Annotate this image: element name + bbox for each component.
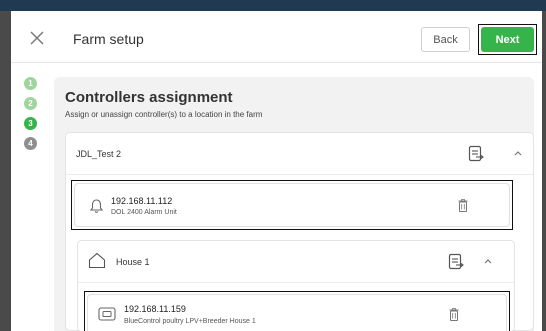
controller-ip: 192.168.11.112 [111,196,173,206]
assign-controller-icon[interactable] [468,145,484,162]
section-subtitle: Assign or unassign controller(s) to a lo… [65,110,263,119]
trash-icon[interactable] [449,308,459,321]
controllers-assignment-panel: Controllers assignment Assign or unassig… [54,77,534,331]
trash-icon[interactable] [458,199,468,212]
controller-type: DOL 2400 Alarm Unit [111,209,177,216]
location-name: JDL_Test 2 [76,149,122,159]
house-header[interactable]: House 1 [78,241,514,283]
controller-type: BlueControl poultry LPV+Breeder House 1 [124,318,256,325]
step-3-current[interactable]: 3 [24,117,37,130]
controller-icon [98,307,116,321]
close-icon[interactable] [29,30,45,46]
location-header[interactable]: JDL_Test 2 [66,133,533,175]
step-1[interactable]: 1 [24,77,37,90]
controller-card[interactable]: 192.168.11.159 BlueControl poultry LPV+B… [87,294,507,331]
chevron-up-icon[interactable] [483,256,493,266]
farm-setup-dialog: Farm setup Back Next 1 2 3 4 Controllers… [11,11,542,331]
step-2[interactable]: 2 [24,97,37,110]
step-4[interactable]: 4 [24,137,37,150]
background-top-strip [0,0,546,11]
house-name: House 1 [116,257,150,267]
controller-ip: 192.168.11.159 [124,304,186,314]
next-button[interactable]: Next [481,27,534,52]
assign-controller-icon[interactable] [448,253,464,270]
controller-card[interactable]: 192.168.11.112 DOL 2400 Alarm Unit [74,183,510,227]
bell-icon [89,199,104,213]
chevron-up-icon[interactable] [513,148,523,158]
section-title: Controllers assignment [65,89,233,106]
background-left-edge [0,11,11,331]
house-card: House 1 192.168.11.159 BlueControl poult… [77,240,515,331]
back-button[interactable]: Back [421,27,470,52]
step-indicator: 1 2 3 4 [24,77,37,157]
house-icon [88,252,106,269]
page-title: Farm setup [73,31,144,47]
location-card: JDL_Test 2 192.168.11.112 DOL 2400 Alarm… [65,132,534,331]
background-right-edge [542,11,546,331]
dialog-header: Farm setup Back Next [11,11,542,63]
